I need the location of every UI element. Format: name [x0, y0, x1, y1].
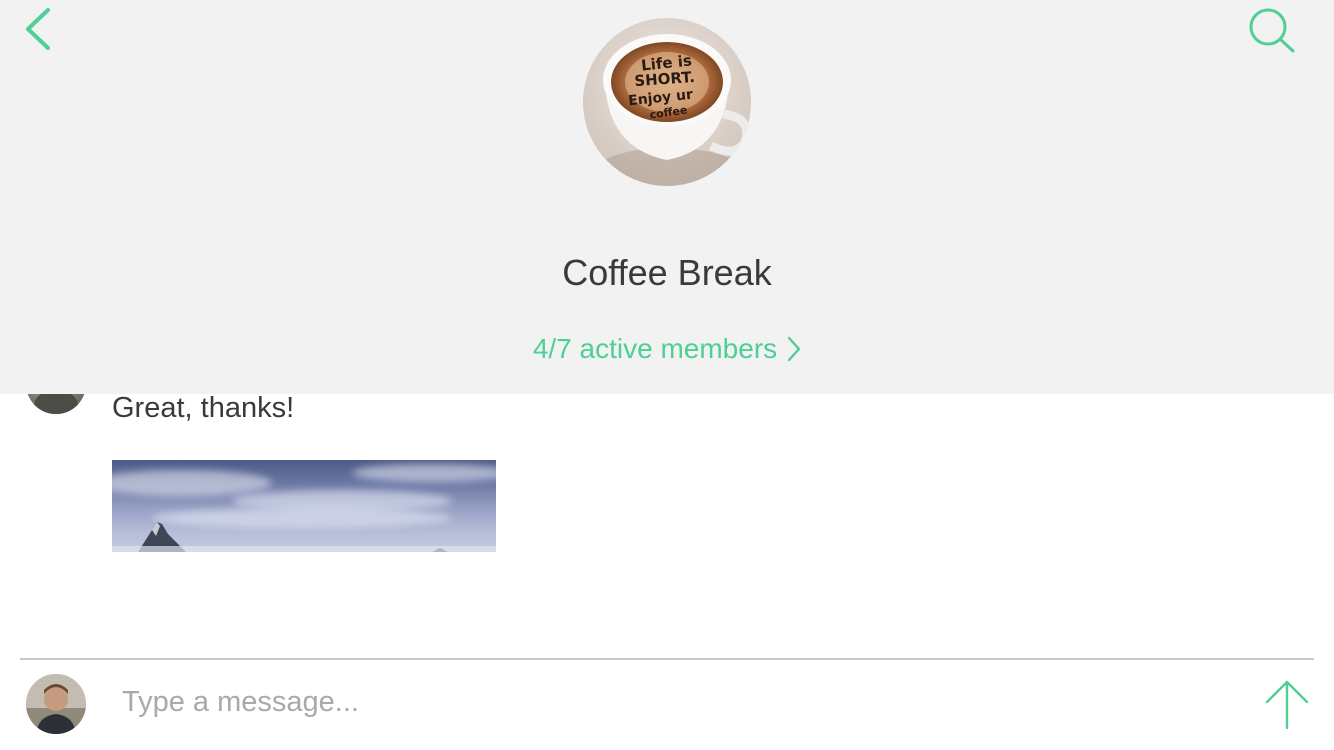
chevron-left-icon — [26, 8, 50, 50]
send-button[interactable] — [1264, 678, 1310, 730]
search-button[interactable] — [1246, 6, 1298, 56]
active-members-link[interactable]: 4/7 active members — [0, 333, 1334, 365]
active-members-label: 4/7 active members — [532, 333, 778, 364]
back-button[interactable] — [18, 4, 66, 52]
message-input[interactable] — [112, 680, 1242, 724]
message-text: Great, thanks! — [112, 392, 295, 424]
group-title: Coffee Break — [562, 252, 772, 293]
chevron-right-icon — [787, 336, 801, 361]
group-avatar[interactable]: Life is SHORT. Enjoy ur coffee — [583, 18, 751, 186]
chat-header: Life is SHORT. Enjoy ur coffee Coffee Br… — [0, 0, 1334, 394]
chat-screen: Great, thanks! Life is SHORT. Enjoy ur c… — [0, 0, 1334, 750]
message-image[interactable] — [112, 460, 496, 552]
composer-divider — [20, 658, 1314, 660]
search-icon — [1249, 8, 1295, 53]
coffee-cup-image: Life is SHORT. Enjoy ur coffee — [583, 18, 751, 186]
arrow-up-icon — [1265, 680, 1309, 730]
current-user-avatar[interactable] — [26, 674, 86, 734]
